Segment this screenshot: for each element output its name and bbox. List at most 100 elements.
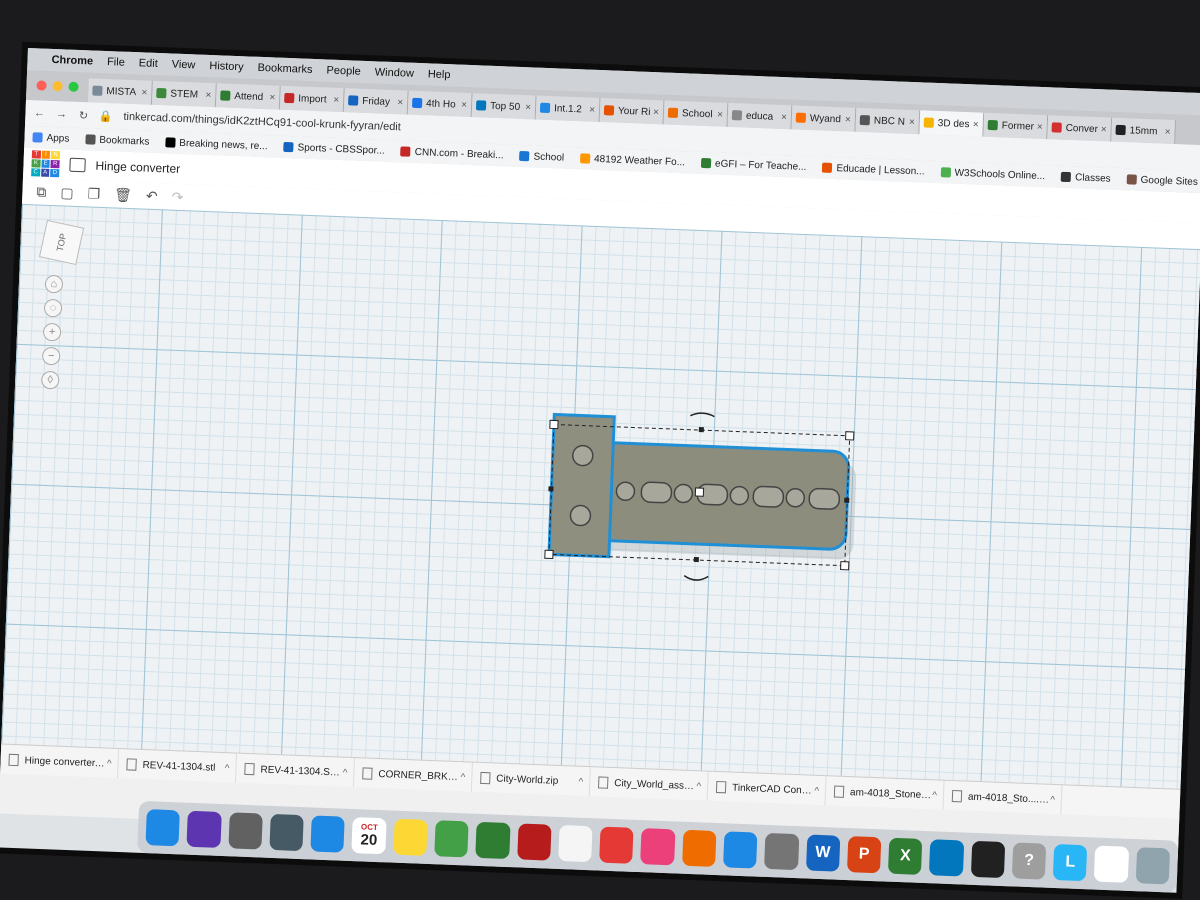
rotate-handle-icon[interactable]: [690, 412, 715, 418]
menu-chrome[interactable]: Chrome: [51, 54, 93, 68]
reload-icon[interactable]: ↻: [75, 108, 91, 122]
bookmark-item[interactable]: Bookmarks: [85, 134, 150, 147]
design-title[interactable]: Hinge converter: [95, 159, 180, 176]
corner-handle[interactable]: [549, 419, 559, 430]
chevron-up-icon[interactable]: ^: [107, 758, 112, 769]
word-icon[interactable]: W: [805, 834, 841, 872]
bookmark-item[interactable]: CNN.com - Breaki...: [400, 146, 504, 161]
browser-tab[interactable]: Friday ×: [343, 88, 409, 115]
close-tab-icon[interactable]: ×: [461, 99, 467, 110]
chevron-up-icon[interactable]: ^: [814, 785, 819, 796]
close-tab-icon[interactable]: ×: [909, 116, 915, 127]
chevron-up-icon[interactable]: ^: [1050, 794, 1055, 805]
close-tab-icon[interactable]: ×: [205, 89, 211, 100]
corner-handle[interactable]: [544, 549, 554, 560]
bookmark-item[interactable]: 48192 Weather Fo...: [579, 153, 685, 168]
browser-tab[interactable]: Import ×: [279, 85, 345, 113]
chevron-up-icon[interactable]: ^: [343, 767, 348, 778]
back-icon[interactable]: ←: [31, 107, 47, 120]
close-tab-icon[interactable]: ×: [845, 114, 851, 125]
close-tab-icon[interactable]: ×: [781, 111, 787, 122]
forward-icon[interactable]: →: [53, 108, 69, 121]
browser-tab[interactable]: 15mm ×: [1111, 117, 1177, 145]
mission-control-icon[interactable]: [269, 813, 304, 852]
edge-handle[interactable]: [698, 427, 704, 433]
copy-icon[interactable]: ⧉: [36, 183, 47, 200]
calendar-icon[interactable]: OCT 20: [351, 817, 387, 855]
news-icon[interactable]: [599, 826, 634, 864]
maps-icon[interactable]: [434, 820, 469, 858]
edge-handle[interactable]: [693, 556, 699, 563]
browser-tab[interactable]: 3D des ×: [919, 110, 985, 137]
close-tab-icon[interactable]: ×: [269, 92, 275, 103]
bookmark-item[interactable]: Breaking news, re...: [165, 137, 268, 152]
bookmark-item[interactable]: Sports - CBSSpor...: [283, 141, 385, 156]
chevron-up-icon[interactable]: ^: [696, 781, 701, 792]
safari-icon[interactable]: [310, 815, 346, 853]
launchpad-icon[interactable]: [227, 812, 263, 850]
books-icon[interactable]: [681, 829, 717, 867]
music-icon[interactable]: [640, 828, 676, 866]
browser-tab[interactable]: Top 50 ×: [471, 93, 537, 120]
close-tab-icon[interactable]: ×: [1037, 121, 1043, 132]
powerpoint-icon[interactable]: P: [846, 836, 882, 874]
photo-booth-icon[interactable]: [516, 823, 552, 861]
browser-tab[interactable]: Conver ×: [1047, 115, 1113, 142]
lync-icon[interactable]: L: [1053, 843, 1088, 882]
close-tab-icon[interactable]: ×: [525, 102, 531, 113]
notes-icon[interactable]: [392, 818, 428, 856]
close-tab-icon[interactable]: ×: [1101, 124, 1107, 135]
close-tab-icon[interactable]: ×: [1165, 126, 1171, 137]
zoom-window-button[interactable]: [68, 81, 79, 92]
browser-tab[interactable]: School ×: [663, 100, 729, 127]
close-tab-icon[interactable]: ×: [717, 109, 723, 120]
workplane-canvas[interactable]: TOP ⌂ ◌ + − ◊: [1, 203, 1200, 789]
tinkercad-logo[interactable]: TIN KERCAD: [31, 150, 61, 178]
menu-view[interactable]: View: [172, 59, 196, 72]
browser-tab[interactable]: educa ×: [727, 102, 793, 130]
close-tab-icon[interactable]: ×: [653, 107, 659, 118]
browser-tab[interactable]: Int.1.2 ×: [535, 95, 601, 122]
finder-icon[interactable]: [145, 809, 181, 847]
network-icon[interactable]: [929, 839, 964, 877]
browser-tab[interactable]: Your Ri ×: [599, 98, 665, 125]
browser-tab[interactable]: Attend ×: [215, 83, 281, 110]
bookmark-item[interactable]: W3Schools Online...: [940, 167, 1045, 182]
chevron-up-icon[interactable]: ^: [225, 763, 230, 774]
close-tab-icon[interactable]: ×: [141, 87, 147, 98]
browser-tab[interactable]: Former ×: [983, 112, 1049, 140]
app-store-icon[interactable]: [722, 831, 758, 869]
menu-window[interactable]: Window: [375, 66, 415, 79]
photos-icon[interactable]: [557, 824, 593, 863]
bookmark-item[interactable]: Apps: [32, 132, 70, 144]
design-list-icon[interactable]: [69, 157, 86, 173]
undo-icon[interactable]: ↶: [146, 187, 158, 204]
bookmark-item[interactable]: Educade | Lesson...: [822, 162, 925, 177]
paste-icon[interactable]: ▢: [60, 184, 74, 201]
browser-tab[interactable]: STEM ×: [151, 80, 217, 108]
help-icon[interactable]: ?: [1011, 842, 1047, 880]
browser-tab[interactable]: MISTA ×: [87, 78, 153, 105]
menu-people[interactable]: People: [326, 64, 361, 77]
close-tab-icon[interactable]: ×: [397, 97, 403, 108]
close-tab-icon[interactable]: ×: [333, 94, 339, 105]
browser-tab[interactable]: 4th Ho ×: [407, 90, 473, 118]
menu-bookmarks[interactable]: Bookmarks: [257, 62, 312, 76]
minimize-window-button[interactable]: [52, 80, 63, 92]
bookmark-item[interactable]: eGFI – For Teache...: [700, 157, 807, 172]
chevron-up-icon[interactable]: ^: [932, 790, 937, 801]
autodesk-icon[interactable]: [970, 840, 1006, 879]
corner-handle[interactable]: [845, 431, 855, 441]
hinge-model[interactable]: [1, 204, 1200, 789]
siri-icon[interactable]: [186, 810, 222, 848]
redo-icon[interactable]: ↷: [171, 188, 183, 205]
system-preferences-icon[interactable]: [764, 832, 799, 871]
duplicate-icon[interactable]: ❐: [87, 185, 100, 202]
facetime-icon[interactable]: [475, 821, 511, 860]
menu-history[interactable]: History: [209, 60, 244, 73]
menu-file[interactable]: File: [107, 56, 125, 69]
browser-tab[interactable]: NBC N ×: [855, 107, 921, 135]
close-tab-icon[interactable]: ×: [589, 104, 595, 115]
edge-handle[interactable]: [548, 486, 554, 492]
bookmark-item[interactable]: Classes: [1060, 171, 1111, 184]
